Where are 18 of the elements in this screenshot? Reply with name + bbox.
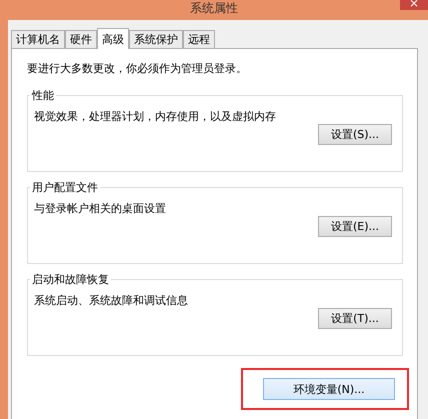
environment-variables-button[interactable]: 环境变量(N)...	[263, 378, 395, 400]
window-title: 系统属性	[190, 1, 238, 16]
group-title: 性能	[30, 88, 55, 103]
group-title: 用户配置文件	[31, 180, 99, 195]
group-title: 启动和故障恢复	[31, 272, 110, 287]
tab[interactable]: 远程	[183, 30, 215, 48]
settings-button[interactable]: 设置(T)...	[318, 308, 392, 329]
group-description: 系统启动、系统故障和调试信息	[34, 293, 189, 308]
settings-button[interactable]: 设置(S)...	[318, 124, 392, 145]
tab[interactable]: 计算机名	[11, 30, 65, 48]
tab[interactable]: 系统保护	[129, 30, 183, 48]
tab[interactable]: 高级	[97, 28, 129, 49]
group-description: 视觉效果，处理器计划，内存使用，以及虚拟内存	[34, 109, 277, 124]
close-button[interactable]: ×	[400, 0, 428, 10]
tab[interactable]: 硬件	[65, 30, 97, 48]
settings-button[interactable]: 设置(E)...	[318, 216, 392, 237]
group-description: 与登录帐户相关的桌面设置	[34, 201, 167, 216]
notice-text: 要进行大多数更改，你必须作为管理员登录。	[27, 61, 248, 76]
